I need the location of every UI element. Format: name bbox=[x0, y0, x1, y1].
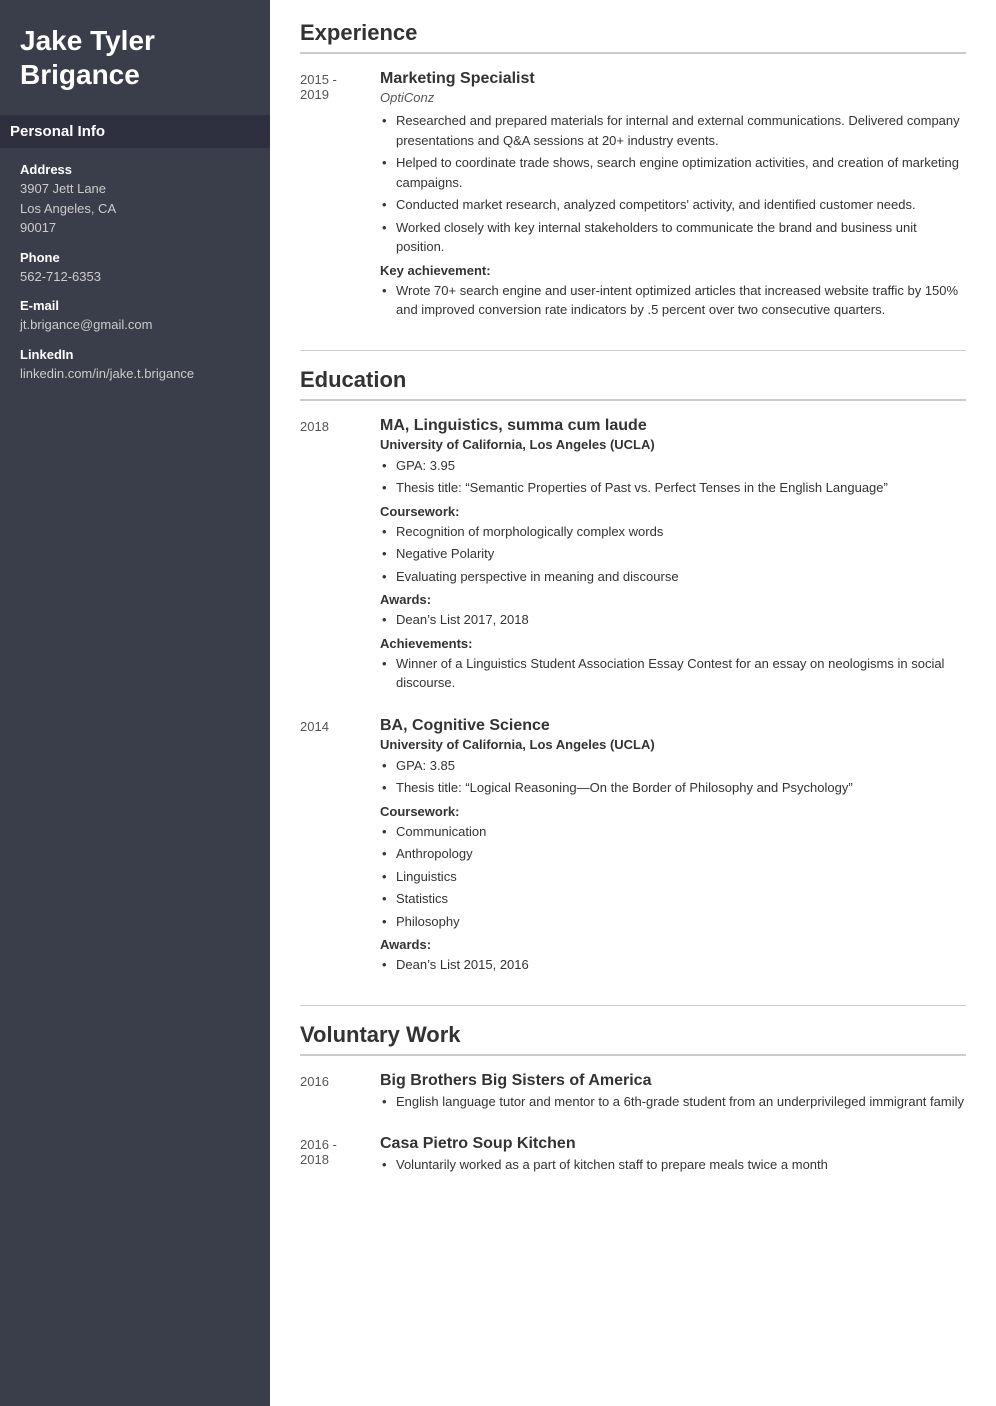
main-content: Experience 2015 -2019 Marketing Speciali… bbox=[270, 0, 996, 1406]
personal-info-field-value: jt.brigance@gmail.com bbox=[20, 315, 250, 335]
full-name: Jake Tyler Brigance bbox=[20, 24, 250, 91]
awards-list-ma: Dean’s List 2017, 2018 bbox=[380, 610, 966, 630]
personal-info-fields: Address 3907 Jett LaneLos Angeles, CA9001… bbox=[20, 162, 250, 383]
experience-content-1: Marketing Specialist OptiConz Researched… bbox=[380, 70, 966, 326]
bullet-item: Recognition of morphologically complex w… bbox=[380, 522, 966, 542]
awards-label-ma: Awards: bbox=[380, 592, 966, 607]
bullet-item: GPA: 3.85 bbox=[380, 756, 966, 776]
personal-info-section-title: Personal Info bbox=[0, 115, 270, 148]
experience-title: Experience bbox=[300, 20, 966, 54]
section-divider-2 bbox=[300, 1005, 966, 1006]
education-entry-ba: 2014 BA, Cognitive Science University of… bbox=[300, 717, 966, 981]
bullet-item: Dean’s List 2017, 2018 bbox=[380, 610, 966, 630]
personal-info-field-label: Address bbox=[20, 162, 250, 177]
bullet-item: Communication bbox=[380, 822, 966, 842]
education-section: Education 2018 MA, Linguistics, summa cu… bbox=[300, 367, 966, 981]
voluntary-title: Voluntary Work bbox=[300, 1022, 966, 1056]
bullet-item: GPA: 3.95 bbox=[380, 456, 966, 476]
voluntary-content-2: Casa Pietro Soup Kitchen Voluntarily wor… bbox=[380, 1135, 966, 1181]
voluntary-entry-2: 2016 -2018 Casa Pietro Soup Kitchen Volu… bbox=[300, 1135, 966, 1181]
experience-job-title-1: Marketing Specialist bbox=[380, 70, 966, 88]
voluntary-year-1: 2016 bbox=[300, 1072, 380, 1118]
voluntary-org-1: Big Brothers Big Sisters of America bbox=[380, 1072, 966, 1090]
personal-info-field-value: linkedin.com/in/jake.t.brigance bbox=[20, 364, 250, 384]
education-title: Education bbox=[300, 367, 966, 401]
bullet-item: Wrote 70+ search engine and user-intent … bbox=[380, 281, 966, 320]
personal-info-field-label: LinkedIn bbox=[20, 347, 250, 362]
edu-org-ba: University of California, Los Angeles (U… bbox=[380, 737, 966, 752]
edu-gpa-list-ba: GPA: 3.85 Thesis title: “Logical Reasoni… bbox=[380, 756, 966, 798]
experience-org-1: OptiConz bbox=[380, 90, 966, 105]
coursework-list-ma: Recognition of morphologically complex w… bbox=[380, 522, 966, 587]
experience-entry-1: 2015 -2019 Marketing Specialist OptiConz… bbox=[300, 70, 966, 326]
achievements-label-ma: Achievements: bbox=[380, 636, 966, 651]
bullet-item: Statistics bbox=[380, 889, 966, 909]
edu-year-ba: 2014 bbox=[300, 717, 380, 981]
personal-info-field-value: 3907 Jett LaneLos Angeles, CA90017 bbox=[20, 179, 250, 238]
personal-info-field-label: E-mail bbox=[20, 298, 250, 313]
bullet-item: Conducted market research, analyzed comp… bbox=[380, 195, 966, 215]
bullet-item: Anthropology bbox=[380, 844, 966, 864]
coursework-label-ba: Coursework: bbox=[380, 804, 966, 819]
voluntary-entry-1: 2016 Big Brothers Big Sisters of America… bbox=[300, 1072, 966, 1118]
bullet-item: Dean’s List 2015, 2016 bbox=[380, 955, 966, 975]
coursework-list-ba: Communication Anthropology Linguistics S… bbox=[380, 822, 966, 932]
personal-info-field-label: Phone bbox=[20, 250, 250, 265]
edu-gpa-list-ma: GPA: 3.95 Thesis title: “Semantic Proper… bbox=[380, 456, 966, 498]
bullet-item: Worked closely with key internal stakeho… bbox=[380, 218, 966, 257]
bullet-item: Voluntarily worked as a part of kitchen … bbox=[380, 1155, 966, 1175]
edu-org-ma: University of California, Los Angeles (U… bbox=[380, 437, 966, 452]
bullet-item: Helped to coordinate trade shows, search… bbox=[380, 153, 966, 192]
voluntary-section: Voluntary Work 2016 Big Brothers Big Sis… bbox=[300, 1022, 966, 1181]
coursework-label-ma: Coursework: bbox=[380, 504, 966, 519]
key-achievement-bullets: Wrote 70+ search engine and user-intent … bbox=[380, 281, 966, 320]
sidebar: Jake Tyler Brigance Personal Info Addres… bbox=[0, 0, 270, 1406]
bullet-item: Thesis title: “Logical Reasoning—On the … bbox=[380, 778, 966, 798]
edu-degree-ba: BA, Cognitive Science bbox=[380, 717, 966, 735]
bullet-item: Thesis title: “Semantic Properties of Pa… bbox=[380, 478, 966, 498]
voluntary-content-1: Big Brothers Big Sisters of America Engl… bbox=[380, 1072, 966, 1118]
achievements-list-ma: Winner of a Linguistics Student Associat… bbox=[380, 654, 966, 693]
personal-info-field-value: 562-712-6353 bbox=[20, 267, 250, 287]
section-divider bbox=[300, 350, 966, 351]
experience-bullets-1: Researched and prepared materials for in… bbox=[380, 111, 966, 257]
bullet-item: Winner of a Linguistics Student Associat… bbox=[380, 654, 966, 693]
edu-content-ba: BA, Cognitive Science University of Cali… bbox=[380, 717, 966, 981]
voluntary-org-2: Casa Pietro Soup Kitchen bbox=[380, 1135, 966, 1153]
bullet-item: Evaluating perspective in meaning and di… bbox=[380, 567, 966, 587]
key-achievement-label: Key achievement: bbox=[380, 263, 966, 278]
education-entry-ma: 2018 MA, Linguistics, summa cum laude Un… bbox=[300, 417, 966, 699]
bullet-item: Linguistics bbox=[380, 867, 966, 887]
bullet-item: Researched and prepared materials for in… bbox=[380, 111, 966, 150]
edu-year-ma: 2018 bbox=[300, 417, 380, 699]
voluntary-bullets-1: English language tutor and mentor to a 6… bbox=[380, 1092, 966, 1112]
edu-content-ma: MA, Linguistics, summa cum laude Univers… bbox=[380, 417, 966, 699]
experience-years-1: 2015 -2019 bbox=[300, 70, 380, 326]
experience-section: Experience 2015 -2019 Marketing Speciali… bbox=[300, 20, 966, 326]
awards-list-ba: Dean’s List 2015, 2016 bbox=[380, 955, 966, 975]
voluntary-year-2: 2016 -2018 bbox=[300, 1135, 380, 1181]
bullet-item: English language tutor and mentor to a 6… bbox=[380, 1092, 966, 1112]
bullet-item: Negative Polarity bbox=[380, 544, 966, 564]
voluntary-bullets-2: Voluntarily worked as a part of kitchen … bbox=[380, 1155, 966, 1175]
bullet-item: Philosophy bbox=[380, 912, 966, 932]
edu-degree-ma: MA, Linguistics, summa cum laude bbox=[380, 417, 966, 435]
awards-label-ba: Awards: bbox=[380, 937, 966, 952]
